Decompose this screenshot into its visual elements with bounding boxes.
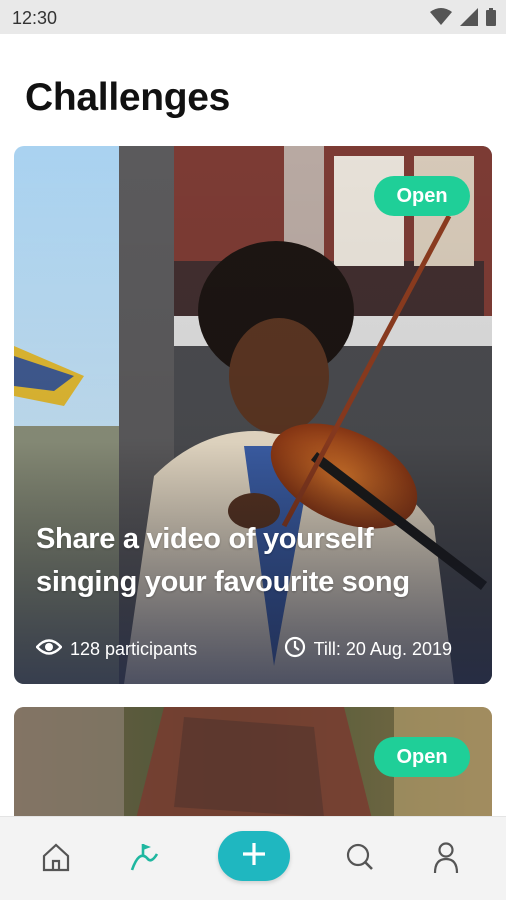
home-icon: [40, 841, 72, 878]
eye-icon: [35, 638, 63, 661]
challenge-card[interactable]: Open: [14, 707, 492, 827]
participants-count: 128 participants: [70, 639, 198, 659]
deadline-info: Till: 20 Aug. 2019: [284, 636, 452, 663]
challenge-meta: 128 participants Till: 20 Aug. 2019: [35, 636, 452, 663]
add-icon: [241, 841, 267, 872]
wifi-icon: [430, 8, 452, 26]
profile-icon: [430, 840, 462, 879]
challenge-title: Share a video of yourself singing your f…: [36, 523, 410, 598]
page-title: Challenges: [25, 76, 231, 119]
nav-profile[interactable]: [424, 837, 468, 881]
add-button[interactable]: [218, 831, 290, 881]
status-badge: Open: [374, 737, 470, 777]
nav-home[interactable]: [34, 837, 78, 881]
status-bar: 12:30: [0, 0, 506, 34]
clock-icon: [284, 636, 306, 663]
status-time: 12:30: [12, 8, 58, 28]
signal-icon: [460, 8, 478, 26]
nav-search[interactable]: [338, 837, 382, 881]
challenges-icon: [127, 840, 161, 879]
nav-challenges[interactable]: [122, 837, 166, 881]
challenge-card[interactable]: Open Share a video of yourself singing y…: [14, 146, 492, 684]
search-icon: [344, 841, 376, 878]
status-icons: [430, 8, 496, 26]
battery-icon: [486, 8, 496, 26]
bottom-nav: [0, 816, 506, 900]
status-badge: Open: [374, 176, 470, 216]
participants-info: 128 participants: [35, 636, 198, 663]
deadline-text: Till: 20 Aug. 2019: [313, 639, 452, 659]
